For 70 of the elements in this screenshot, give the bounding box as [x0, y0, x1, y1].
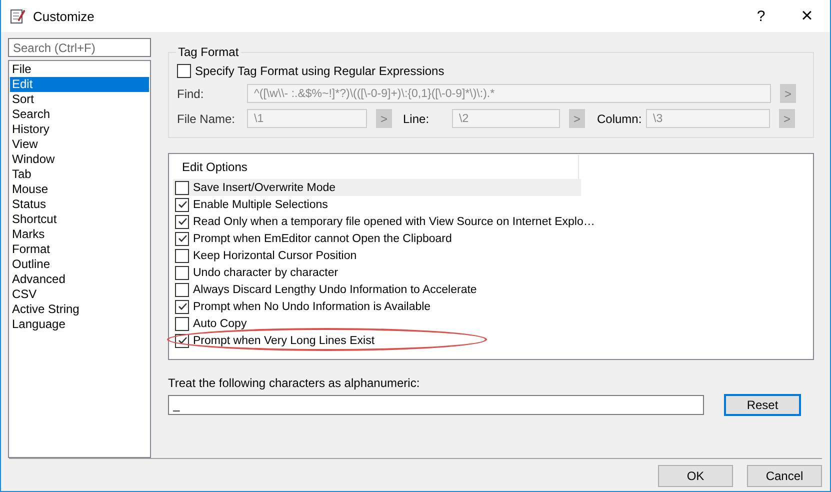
checkbox[interactable]: [175, 232, 189, 246]
category-item[interactable]: Window: [10, 152, 149, 167]
column-header: Edit Options: [181, 160, 248, 174]
category-item[interactable]: CSV: [10, 287, 149, 302]
alphanumeric-field[interactable]: _: [168, 395, 704, 415]
window-title: Customize: [33, 8, 94, 24]
option-row[interactable]: Auto Copy: [173, 315, 581, 332]
option-label: Prompt when No Undo Information is Available: [193, 300, 431, 312]
option-row[interactable]: Prompt when Very Long Lines Exist: [173, 332, 581, 349]
category-item[interactable]: Active String: [10, 302, 149, 317]
checkbox[interactable]: [175, 316, 189, 330]
option-row[interactable]: Save Insert/Overwrite Mode: [173, 179, 581, 196]
checkbox[interactable]: [175, 214, 189, 228]
option-label: Save Insert/Overwrite Mode: [193, 182, 336, 194]
option-row[interactable]: Keep Horizontal Cursor Position: [173, 247, 581, 264]
check-icon: [176, 335, 188, 346]
search-field[interactable]: Search (Ctrl+F): [8, 38, 151, 57]
category-item[interactable]: Edit: [10, 77, 149, 92]
category-item[interactable]: Status: [10, 197, 149, 212]
checkbox[interactable]: [175, 248, 189, 262]
checkbox[interactable]: [175, 282, 189, 296]
option-row[interactable]: Prompt when No Undo Information is Available: [173, 298, 581, 315]
category-item[interactable]: File: [10, 62, 149, 77]
category-item[interactable]: Search: [10, 107, 149, 122]
category-item[interactable]: View: [10, 137, 149, 152]
category-item[interactable]: Language: [10, 317, 149, 332]
category-item[interactable]: Shortcut: [10, 212, 149, 227]
option-row[interactable]: Undo character by character: [173, 264, 581, 281]
field-label: File Name:: [177, 112, 236, 126]
group-title: Tag Format: [177, 45, 240, 59]
field-label: Column:: [597, 112, 643, 126]
category-item[interactable]: Outline: [10, 257, 149, 272]
notepad-icon: [10, 8, 26, 24]
checkbox[interactable]: [175, 300, 189, 314]
option-label: Prompt when EmEditor cannot Open the Clipboard: [193, 232, 452, 244]
category-item[interactable]: Tab: [10, 167, 149, 182]
field-label: Find:: [177, 86, 205, 100]
help-button[interactable]: ?: [738, 0, 784, 32]
reset-button[interactable]: Reset: [724, 394, 801, 416]
option-label: Auto Copy: [193, 318, 247, 330]
option-label: Keep Horizontal Cursor Position: [193, 250, 357, 262]
category-item[interactable]: Marks: [10, 227, 149, 242]
option-row[interactable]: Always Discard Lengthy Undo Information to Accelerate: [173, 281, 581, 298]
check-icon: [176, 301, 188, 312]
category-item[interactable]: Format: [10, 242, 149, 257]
check-icon: [176, 216, 188, 227]
checkbox[interactable]: [175, 198, 189, 212]
category-item[interactable]: Sort: [10, 92, 149, 107]
check-icon: [176, 199, 188, 210]
option-row[interactable]: Prompt when EmEditor cannot Open the Clipboard: [173, 230, 581, 247]
field-label: Line:: [403, 112, 430, 126]
option-label: Read Only when a temporary file opened with View Source on Internet Explo…: [193, 216, 595, 228]
check-icon: [176, 233, 188, 244]
checkbox-label: Specify Tag Format using Regular Expressions: [195, 64, 444, 78]
option-label: Prompt when Very Long Lines Exist: [193, 334, 375, 346]
checkbox[interactable]: [175, 180, 189, 194]
option-label: Undo character by character: [193, 266, 338, 278]
checkbox[interactable]: [175, 334, 189, 348]
dialog-button[interactable]: Cancel: [747, 465, 822, 487]
checkbox[interactable]: [175, 266, 189, 280]
category-item[interactable]: History: [10, 122, 149, 137]
option-row[interactable]: Read Only when a temporary file opened with View Source on Internet Explo…: [173, 213, 597, 230]
category-item[interactable]: Advanced: [10, 272, 149, 287]
option-label: Enable Multiple Selections: [193, 198, 328, 210]
field-label: Treat the following characters as alphanumeric:: [168, 376, 421, 390]
option-label: Always Discard Lengthy Undo Information to Accelerate: [193, 284, 477, 296]
option-row[interactable]: Enable Multiple Selections: [173, 196, 581, 213]
category-item[interactable]: Mouse: [10, 182, 149, 197]
close-button[interactable]: ×: [784, 0, 830, 32]
dialog-button[interactable]: OK: [658, 465, 733, 487]
